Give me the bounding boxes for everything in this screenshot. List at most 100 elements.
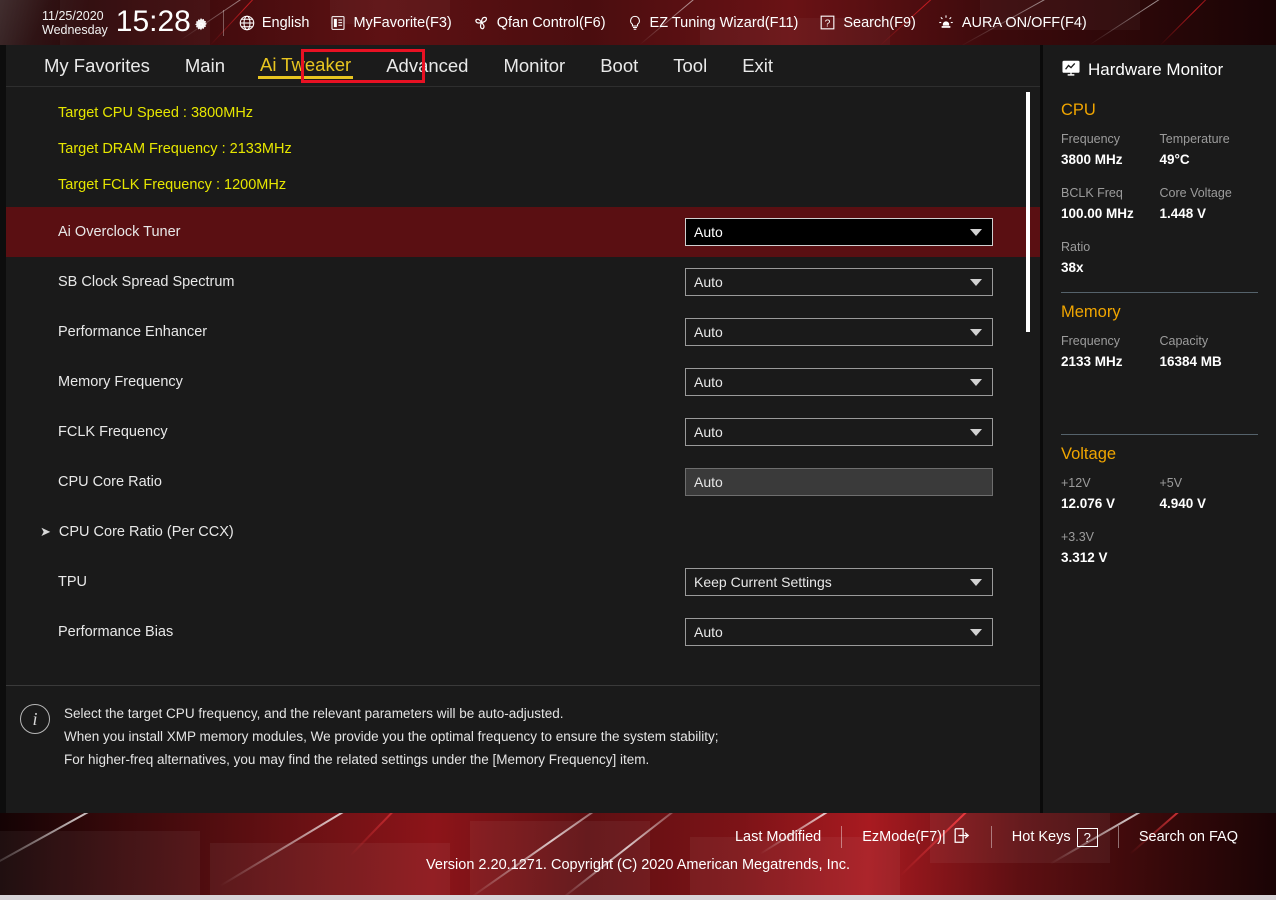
setting-control[interactable]: Auto bbox=[685, 468, 993, 496]
dropdown-value: Auto bbox=[694, 324, 723, 340]
tab-boot[interactable]: Boot bbox=[598, 53, 640, 79]
hw-field-5v: +5V 4.940 V bbox=[1160, 474, 1259, 514]
topbar-item-label: Search(F9) bbox=[843, 14, 916, 31]
chevron-down-icon bbox=[970, 578, 982, 586]
dropdown-value: Auto bbox=[694, 274, 723, 290]
hw-row: Ratio 38x bbox=[1061, 238, 1258, 278]
setting-row-fclk-frequency[interactable]: FCLK Frequency Auto bbox=[0, 407, 1040, 457]
hw-key: Core Voltage bbox=[1159, 186, 1232, 200]
hw-row: Frequency 2133 MHz Capacity 16384 MB bbox=[1061, 332, 1258, 372]
dropdown-fclk-frequency[interactable]: Auto bbox=[685, 418, 993, 446]
ezmode-label: EzMode(F7)| bbox=[862, 829, 946, 845]
time-value: 15:28 bbox=[115, 4, 191, 38]
search-on-faq-button[interactable]: Search on FAQ bbox=[1119, 829, 1258, 845]
topbar-item-aura-onoff[interactable]: AURA ON/OFF(F4) bbox=[936, 13, 1087, 32]
tab-advanced[interactable]: Advanced bbox=[384, 53, 470, 79]
last-modified-label: Last Modified bbox=[734, 829, 822, 845]
hw-section-memory-title: Memory bbox=[1061, 303, 1121, 321]
hw-row: BCLK Freq 100.00 MHz Core Voltage 1.448 … bbox=[1061, 184, 1258, 224]
setting-control[interactable]: Auto bbox=[685, 368, 993, 396]
hardware-monitor-title-label: Hardware Monitor bbox=[1088, 60, 1224, 79]
help-line: For higher-freq alternatives, you may fi… bbox=[64, 752, 650, 767]
hw-row: +12V 12.076 V +5V 4.940 V bbox=[1061, 474, 1258, 514]
setting-row-memory-frequency[interactable]: Memory Frequency Auto bbox=[0, 357, 1040, 407]
setting-row-ai-overclock-tuner[interactable]: Ai Overclock Tuner Auto bbox=[0, 207, 1040, 257]
hw-key: Capacity bbox=[1159, 334, 1209, 348]
help-line: Select the target CPU frequency, and the… bbox=[64, 706, 564, 721]
tab-exit[interactable]: Exit bbox=[740, 53, 775, 79]
topbar-item-label: English bbox=[261, 14, 310, 31]
hot-keys-label: Hot Keys bbox=[1011, 829, 1071, 845]
hw-field-mem-frequency: Frequency 2133 MHz bbox=[1061, 332, 1160, 372]
input-value: Auto bbox=[694, 474, 723, 490]
hw-field-bclk-freq: BCLK Freq 100.00 MHz bbox=[1061, 184, 1160, 224]
dropdown-memory-frequency[interactable]: Auto bbox=[685, 368, 993, 396]
tab-monitor[interactable]: Monitor bbox=[501, 53, 567, 79]
dropdown-performance-enhancer[interactable]: Auto bbox=[685, 318, 993, 346]
setting-control[interactable]: Auto bbox=[685, 318, 993, 346]
help-panel: i Select the target CPU frequency, and t… bbox=[0, 686, 1040, 813]
tab-tool[interactable]: Tool bbox=[671, 53, 709, 79]
hw-value: 12.076 V bbox=[1061, 496, 1116, 511]
help-text: Select the target CPU frequency, and the… bbox=[64, 702, 719, 813]
hw-key: BCLK Freq bbox=[1061, 186, 1123, 200]
settings-panel: Target CPU Speed : 3800MHz Target DRAM F… bbox=[0, 87, 1040, 685]
dropdown-performance-bias[interactable]: Auto bbox=[685, 618, 993, 646]
target-cpu-speed: Target CPU Speed : 3800MHz bbox=[58, 105, 254, 121]
setting-control[interactable]: Auto bbox=[685, 268, 993, 296]
setting-control[interactable]: Auto bbox=[685, 618, 993, 646]
setting-row-sb-clock-spread-spectrum[interactable]: SB Clock Spread Spectrum Auto bbox=[0, 257, 1040, 307]
setting-row-cpu-core-ratio[interactable]: CPU Core Ratio Auto bbox=[0, 457, 1040, 507]
info-icon: i bbox=[20, 704, 50, 734]
exit-arrow-icon bbox=[952, 826, 971, 849]
target-fclk-frequency: Target FCLK Frequency : 1200MHz bbox=[58, 177, 287, 193]
setting-row-tpu[interactable]: TPU Keep Current Settings bbox=[0, 557, 1040, 607]
help-line: When you install XMP memory modules, We … bbox=[64, 729, 719, 744]
hw-field-12v: +12V 12.076 V bbox=[1061, 474, 1160, 514]
setting-control[interactable]: Auto bbox=[685, 218, 993, 246]
hw-value: 49°C bbox=[1159, 152, 1190, 167]
target-info-block: Target CPU Speed : 3800MHz Target DRAM F… bbox=[0, 87, 1040, 203]
hw-value: 38x bbox=[1061, 260, 1084, 275]
ezmode-button[interactable]: EzMode(F7)| bbox=[842, 826, 991, 849]
hw-row: Frequency 3800 MHz Temperature 49°C bbox=[1061, 130, 1258, 170]
hw-field-core-voltage: Core Voltage 1.448 V bbox=[1160, 184, 1259, 224]
gear-icon[interactable] bbox=[193, 7, 209, 41]
scrollbar-thumb[interactable] bbox=[1026, 92, 1030, 332]
topbar-item-search[interactable]: ? Search(F9) bbox=[818, 13, 916, 32]
topbar-item-ez-tuning-wizard[interactable]: EZ Tuning Wizard(F11) bbox=[626, 14, 798, 32]
hw-key: +3.3V bbox=[1061, 530, 1095, 544]
dropdown-sb-clock-spread-spectrum[interactable]: Auto bbox=[685, 268, 993, 296]
setting-row-cpu-core-ratio-per-ccx[interactable]: ➤ CPU Core Ratio (Per CCX) bbox=[0, 507, 1040, 557]
hw-value: 1.448 V bbox=[1159, 206, 1207, 221]
topbar-item-qfan-control[interactable]: Qfan Control(F6) bbox=[472, 13, 606, 32]
setting-control[interactable]: Keep Current Settings bbox=[685, 568, 993, 596]
setting-row-performance-bias[interactable]: Performance Bias Auto bbox=[0, 607, 1040, 657]
hw-value: 4.940 V bbox=[1159, 496, 1207, 511]
chevron-right-icon: ➤ bbox=[40, 524, 51, 539]
topbar-item-label: Qfan Control(F6) bbox=[496, 14, 606, 31]
setting-label: CPU Core Ratio (Per CCX) bbox=[58, 524, 234, 540]
tab-ai-tweaker[interactable]: Ai Tweaker bbox=[258, 52, 354, 79]
left-edge-bar bbox=[0, 45, 6, 813]
footer-bar: Last Modified EzMode(F7)| Hot Keys ? Sea… bbox=[0, 813, 1276, 895]
version-text: Version 2.20.1271. Copyright (C) 2020 Am… bbox=[426, 857, 850, 873]
hw-key: Temperature bbox=[1159, 132, 1230, 146]
chevron-down-icon bbox=[970, 378, 982, 386]
hw-field-mem-capacity: Capacity 16384 MB bbox=[1160, 332, 1259, 372]
dropdown-value: Auto bbox=[694, 424, 723, 440]
setting-row-performance-enhancer[interactable]: Performance Enhancer Auto bbox=[0, 307, 1040, 357]
dropdown-tpu[interactable]: Keep Current Settings bbox=[685, 568, 993, 596]
hot-keys-button[interactable]: Hot Keys ? bbox=[992, 827, 1118, 847]
setting-control[interactable]: Auto bbox=[685, 418, 993, 446]
last-modified-button[interactable]: Last Modified bbox=[715, 829, 841, 845]
tab-main[interactable]: Main bbox=[183, 53, 227, 79]
chevron-down-icon bbox=[970, 628, 982, 636]
input-cpu-core-ratio[interactable]: Auto bbox=[685, 468, 993, 496]
settings-scrollbar[interactable] bbox=[1026, 87, 1030, 685]
topbar-item-english[interactable]: English bbox=[238, 14, 310, 32]
topbar-item-myfavorite[interactable]: MyFavorite(F3) bbox=[329, 14, 452, 32]
bios-screen: 11/25/2020 Wednesday 15:28 English MyFav… bbox=[0, 0, 1276, 900]
dropdown-ai-overclock-tuner[interactable]: Auto bbox=[685, 218, 993, 246]
tab-my-favorites[interactable]: My Favorites bbox=[42, 53, 152, 79]
